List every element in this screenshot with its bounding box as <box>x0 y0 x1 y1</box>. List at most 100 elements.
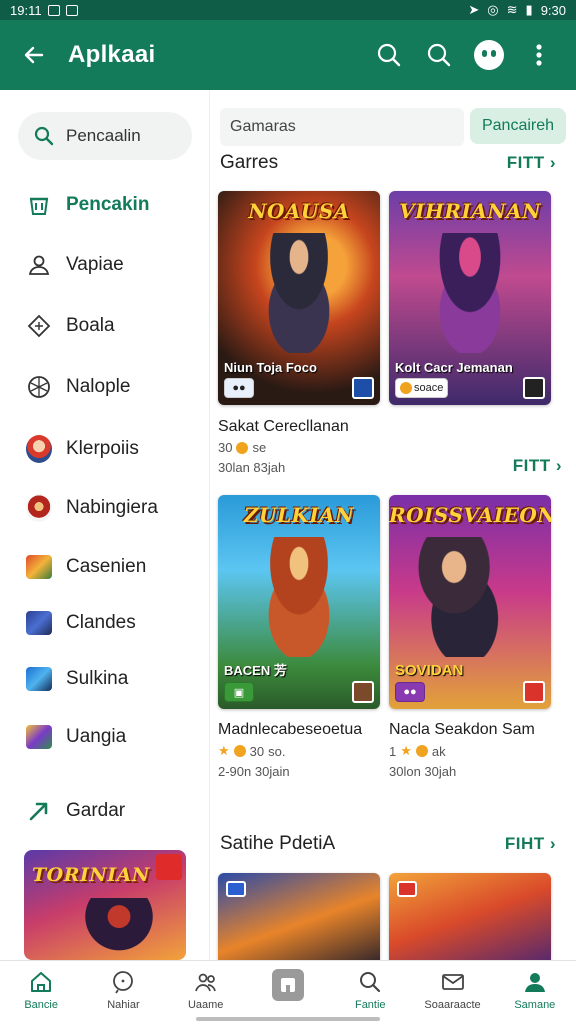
banner-artwork <box>84 898 154 960</box>
rating-value: 30 <box>218 440 233 455</box>
search-icon <box>427 43 451 67</box>
nav-profile[interactable]: Samane <box>499 969 571 1011</box>
rating-extra: ak <box>431 743 446 759</box>
game-thumb-icon <box>26 724 52 750</box>
publisher-logo-icon <box>352 681 374 703</box>
sidebar-item-sulkina[interactable]: Sulkina <box>26 661 204 697</box>
rating-emoji-icon <box>236 441 249 454</box>
controller-badge-icon: ●● <box>224 378 254 398</box>
card-rating: ★ 30 so. <box>218 743 285 759</box>
sidebar-item-label: Boala <box>66 315 115 336</box>
sidebar-item-pencakin[interactable]: Pencakin <box>26 187 204 223</box>
publisher-logo-icon <box>226 881 246 897</box>
nav-mail[interactable]: Soaaraacte <box>417 969 489 1011</box>
sidebar-item-clandes[interactable]: Clandes <box>26 605 204 641</box>
game-card[interactable]: NOAUSA Niun Toja Foco ●● <box>218 191 380 405</box>
star-icon: ★ <box>218 743 230 758</box>
sidebar-item-nalople[interactable]: Nalople <box>26 369 204 405</box>
sidebar-promo-banner[interactable]: TORINIAN <box>24 850 186 960</box>
sidebar-item-boala[interactable]: Boala <box>26 308 204 344</box>
search-icon <box>377 43 401 67</box>
card-badges: ▣ <box>224 681 374 703</box>
sidebar-item-casenien[interactable]: Casenien <box>26 549 204 585</box>
nav-label: Nahiar <box>107 999 140 1011</box>
search-icon <box>34 126 54 146</box>
app-bar: Aplkaai <box>0 20 576 90</box>
rating-emoji-icon <box>233 745 246 757</box>
trend-arrow-icon <box>26 798 52 824</box>
card-badges: soace <box>395 377 545 399</box>
sidebar-item-label: Sulkina <box>66 668 129 689</box>
nav-home[interactable]: Bancie <box>5 969 77 1011</box>
game-card[interactable]: VIHRIANAN Kolt Cacr Jemanan soace <box>389 191 551 405</box>
rating-extra: so. <box>268 743 286 759</box>
publisher-logo-icon <box>523 377 545 399</box>
game-card[interactable]: ROISSVAIEON SOVIDAN ●● <box>389 495 551 709</box>
search-button[interactable] <box>366 32 412 78</box>
account-button[interactable] <box>466 32 512 78</box>
alarm-icon: ◎ <box>487 2 499 17</box>
sidebar-item-label: Nalople <box>66 376 131 397</box>
card-badges: ●● <box>395 681 545 703</box>
card-art-title: ZULKIAN <box>243 503 355 527</box>
section-see-all-link[interactable]: FITT › <box>507 153 556 173</box>
game-thumb-icon <box>26 554 52 580</box>
back-button[interactable] <box>14 35 54 75</box>
home-indicator[interactable] <box>196 1017 380 1021</box>
sidebar-item-uangia[interactable]: Uangia <box>26 719 204 755</box>
rating-value: 30 <box>249 743 265 759</box>
profile-icon <box>522 969 548 995</box>
rating-value: 1 <box>389 743 397 759</box>
sidebar-item-label: Klerpoiis <box>66 438 139 459</box>
card-caption: BACEN 芳 <box>224 663 287 678</box>
sidebar-item-vapiae[interactable]: Vapiae <box>26 247 204 283</box>
publisher-logo-icon <box>397 881 417 897</box>
card-art-title: VIHRIANAN <box>399 199 541 223</box>
search-submit-button[interactable]: Pancaireh <box>470 108 566 144</box>
search-input[interactable] <box>220 108 464 146</box>
sidebar-item-label: Uangia <box>66 726 127 747</box>
nav-label: Fantie <box>354 999 386 1011</box>
nav-people[interactable]: Uaame <box>170 969 242 1011</box>
rating-extra: se <box>252 440 267 455</box>
sidebar-item-nabingiera[interactable]: Nabingiera <box>26 490 204 526</box>
bottom-navigation: Bancie Nahiar Uaame Fantie Soaaraacte Sa… <box>0 960 576 1024</box>
nav-chat[interactable]: Nahiar <box>87 969 159 1011</box>
people-icon <box>193 969 219 995</box>
sidebar-item-label: Pencakin <box>66 194 150 215</box>
game-thumb-icon <box>26 666 52 692</box>
location-icon: ➤ <box>468 2 480 17</box>
card-hero-artwork <box>246 537 352 657</box>
section-title: Satihe PdetiA <box>220 833 336 854</box>
star-icon: ★ <box>400 743 412 758</box>
card-title: Madnlecabeseoetua <box>218 721 363 738</box>
nav-search[interactable]: Fantie <box>334 969 406 1011</box>
game-card-partial[interactable] <box>389 873 551 960</box>
card-art-title: ROISSVAIEON <box>389 503 551 527</box>
nav-label: Uaame <box>187 999 224 1011</box>
card-meta: 30lan 83jah <box>218 460 286 475</box>
card-meta: 30lon 30jah <box>389 764 457 779</box>
game-thumb-icon <box>26 610 52 636</box>
section-header-featured: Satihe PdetiA FIHT › <box>220 833 556 855</box>
card-caption: Niun Toja Foco <box>224 360 317 375</box>
more-menu-button[interactable] <box>516 32 562 78</box>
card-hero-artwork <box>246 233 352 353</box>
card-hero-artwork <box>417 233 523 353</box>
nav-store[interactable] <box>252 969 324 1001</box>
section-see-all-link[interactable]: FIHT › <box>505 834 556 854</box>
card-caption: Kolt Cacr Jemanan <box>395 360 513 375</box>
game-card-partial[interactable] <box>218 873 380 960</box>
nav-label: Bancie <box>24 999 58 1011</box>
row-see-all-link[interactable]: FITT › <box>513 456 562 476</box>
sidebar-item-label: Vapiae <box>66 254 124 275</box>
sidebar-item-gardar[interactable]: Gardar <box>26 793 204 829</box>
sidebar-search-label: Pencaalin <box>66 126 141 145</box>
sidebar-item-klerpoiis[interactable]: Klerpoiis <box>26 431 204 467</box>
sidebar-search[interactable]: Pencaalin <box>18 112 192 160</box>
game-card[interactable]: ZULKIAN BACEN 芳 ▣ <box>218 495 380 709</box>
search-button-secondary[interactable] <box>416 32 462 78</box>
sidebar-item-label: Nabingiera <box>66 497 158 518</box>
notification-icon <box>65 4 78 16</box>
store-icon <box>271 969 304 1001</box>
